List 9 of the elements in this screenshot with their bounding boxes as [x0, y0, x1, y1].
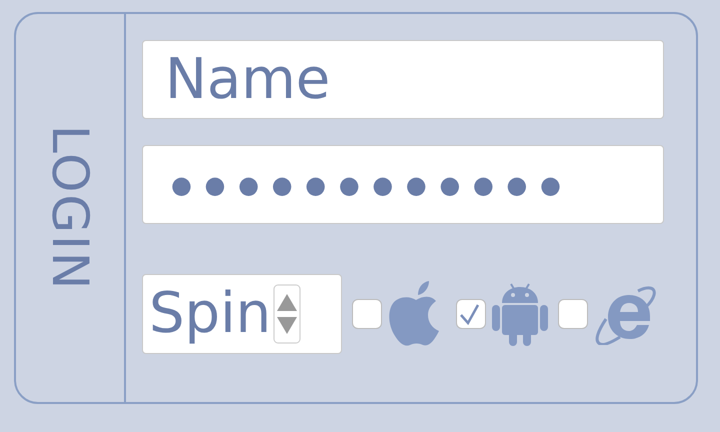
checkbox[interactable] — [456, 299, 486, 329]
login-label: LOGIN — [41, 124, 99, 292]
spin-arrows-icon[interactable] — [273, 284, 302, 344]
android-icon — [492, 282, 548, 346]
checkbox[interactable] — [352, 299, 382, 329]
spin-field[interactable]: Spin — [142, 274, 342, 354]
password-field[interactable]: ●●●●●●●●●●●● — [142, 145, 664, 224]
checkbox[interactable] — [558, 299, 588, 329]
name-field[interactable]: Name — [142, 40, 664, 119]
